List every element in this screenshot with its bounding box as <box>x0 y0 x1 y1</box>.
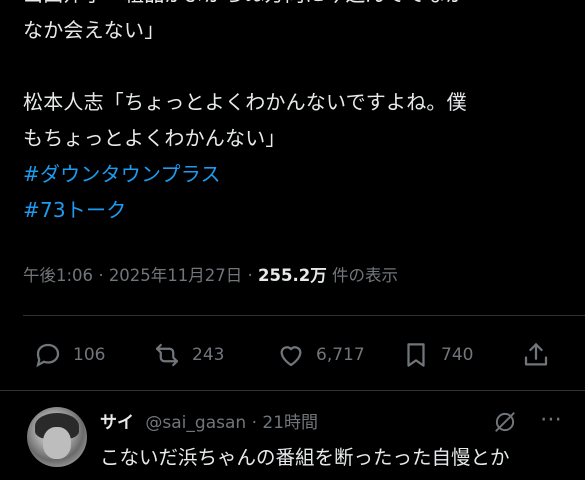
bookmark-icon <box>407 343 425 367</box>
bookmark-count: 740 <box>441 345 474 365</box>
tweet-meta: 午後1:06 · 2025年11月27日 · 255.2万 件の表示 <box>23 262 573 286</box>
reply-icon <box>36 343 60 368</box>
reply-author-handle[interactable]: @sai_gasan <box>145 413 246 433</box>
reply-author-name[interactable]: サイ <box>100 413 134 433</box>
action-bar: 106 243 6,717 740 <box>23 334 563 376</box>
like-count: 6,717 <box>316 345 365 365</box>
avatar-face <box>43 427 71 459</box>
retweet-icon <box>155 343 179 367</box>
reply-text: こないだ浜ちゃんの番組を断ったった自慢とか <box>100 446 510 469</box>
heart-icon <box>280 346 302 367</box>
hashtag-link[interactable]: #ダウンタウンプラス <box>23 156 568 192</box>
reply-separator: · <box>251 413 257 433</box>
more-options-icon[interactable]: ⋯ <box>540 407 563 432</box>
share-icon <box>524 343 548 366</box>
reply-tweet[interactable]: サイ @sai_gasan · 21時間 ⋯ こないだ浜ちゃんの番組を断ったった… <box>0 391 585 480</box>
meta-separator: · <box>247 266 253 285</box>
retweet-button[interactable]: 243 <box>152 334 224 376</box>
tweet-text: 山田邦子「粗品がよからぬ方向に今進んでてなか なか会えない」 松本人志「ちょっと… <box>23 0 568 228</box>
tweet-line: なか会えない」 <box>23 18 165 42</box>
tweet-time[interactable]: 午後1:06 <box>23 266 93 285</box>
tweet-line: 山田邦子「粗品がよからぬ方向に今進んでてなか <box>23 0 568 12</box>
tweet-date[interactable]: 2025年11月27日 <box>109 266 242 285</box>
bookmark-button[interactable]: 740 <box>401 334 473 376</box>
retweet-count: 243 <box>192 345 225 365</box>
tweet-line: 松本人志「ちょっとよくわかんないですよね。僕 <box>23 90 467 114</box>
like-button[interactable]: 6,717 <box>276 334 365 376</box>
hashtag-link[interactable]: #73トーク <box>23 192 568 228</box>
divider <box>23 315 585 316</box>
share-button[interactable] <box>521 334 551 376</box>
reply-button[interactable]: 106 <box>33 334 105 376</box>
grok-icon[interactable] <box>492 409 518 435</box>
reply-time[interactable]: 21時間 <box>262 413 318 433</box>
reply-header: サイ @sai_gasan · 21時間 <box>100 408 318 433</box>
meta-separator: · <box>98 266 104 285</box>
avatar[interactable] <box>27 407 87 467</box>
views-count[interactable]: 255.2万 <box>258 266 327 285</box>
reply-count: 106 <box>73 345 106 365</box>
views-label: 件の表示 <box>332 266 398 285</box>
tweet-line: もちょっとよくわかんない」 <box>23 126 286 150</box>
